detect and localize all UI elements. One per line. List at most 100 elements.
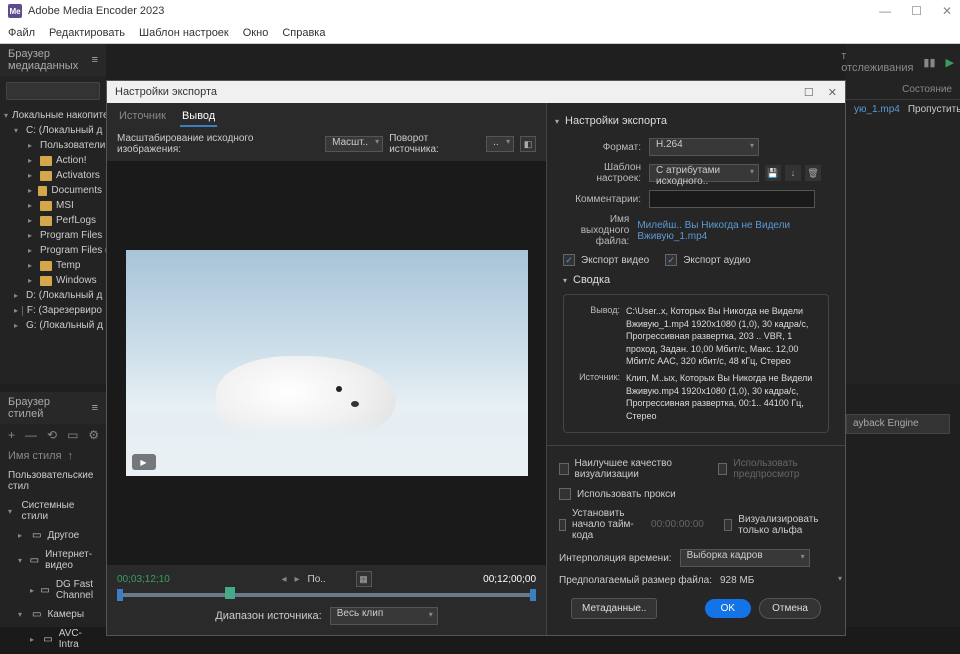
play-icon[interactable]: ▶ [946, 56, 954, 69]
settings-icon[interactable]: ⚙ [88, 428, 99, 442]
folder-icon [40, 276, 52, 286]
menu-help[interactable]: Справка [282, 27, 325, 39]
system-styles-group[interactable]: ▾Системные стили [0, 496, 106, 526]
app-title: Adobe Media Encoder 2023 [28, 5, 164, 17]
panel-menu-icon[interactable]: ≡ [92, 54, 98, 66]
export-video-checkbox[interactable]: ✓ [563, 254, 575, 266]
best-quality-checkbox[interactable] [559, 463, 569, 475]
dialog-close-icon[interactable]: ✕ [828, 86, 837, 99]
tree-drive-d[interactable]: ▸D: (Локальный д [0, 288, 106, 303]
tree-drive-c[interactable]: ▾C: (Локальный д [0, 123, 106, 138]
rotate-select[interactable]: .. [486, 136, 514, 152]
filesize-label: Предполагаемый размер файла: [559, 575, 712, 586]
close-icon[interactable]: ✕ [942, 4, 952, 18]
auto-track-label: т отслеживания [841, 50, 913, 74]
tree-folder[interactable]: ▸Activators [0, 168, 106, 183]
dialog-maximize-icon[interactable]: ☐ [804, 86, 814, 99]
tree-folder[interactable]: ▸PerfLogs [0, 213, 106, 228]
import-preset-icon[interactable]: ↓ [785, 165, 801, 181]
render-alpha-label: Визуализировать только альфа [738, 514, 833, 536]
source-range-select[interactable]: Весь клип [330, 607, 438, 625]
cancel-button[interactable]: Отмена [759, 598, 821, 619]
queue-item[interactable]: ую_1.mp4 Пропустить [846, 100, 960, 119]
in-point-handle[interactable] [117, 589, 123, 601]
use-preview-checkbox [718, 463, 727, 475]
output-file-link[interactable]: ую_1.mp4 [854, 104, 900, 115]
menu-edit[interactable]: Редактировать [49, 27, 125, 39]
comments-input[interactable] [649, 190, 815, 208]
minimize-icon[interactable]: — [879, 4, 891, 18]
folder-icon [40, 261, 52, 271]
use-proxy-checkbox[interactable] [559, 488, 571, 500]
tree-folder[interactable]: ▸Temp [0, 258, 106, 273]
summary-box: Вывод: C:\User..х, Которых Вы Никогда не… [563, 294, 829, 433]
summary-section[interactable]: ▾Сводка [563, 270, 829, 290]
renderer-select[interactable]: ayback Engine [846, 414, 950, 434]
tree-folder[interactable]: ▸MSI [0, 198, 106, 213]
sync-icon[interactable]: ⟲ [47, 428, 57, 442]
out-point-handle[interactable] [530, 589, 536, 601]
preset-select[interactable]: С атрибутами исходного.. [649, 164, 759, 182]
export-settings-section[interactable]: ▾Настройки экспорта [555, 111, 837, 131]
add-icon[interactable]: + [8, 428, 15, 442]
style-item[interactable]: ▸▭AVC-Intra [0, 624, 106, 654]
menu-file[interactable]: Файл [8, 27, 35, 39]
aspect-icon[interactable]: ▦ [356, 571, 372, 587]
style-column-header[interactable]: Имя стиля↑ [0, 446, 106, 466]
tree-drive-g[interactable]: ▸G: (Локальный д [0, 318, 106, 333]
summary-source-label: Источник: [572, 372, 626, 422]
playhead[interactable] [225, 587, 235, 599]
tab-output[interactable]: Вывод [180, 107, 217, 127]
panel-menu-icon[interactable]: ≡ [92, 402, 98, 414]
lower-options: Наилучшее качество визуализации Использо… [547, 445, 845, 635]
tree-folder[interactable]: ▸Documents [0, 183, 106, 198]
tree-folder[interactable]: ▸Пользователи [0, 138, 106, 153]
crop-icon[interactable]: ◧ [520, 136, 536, 152]
style-item[interactable]: ▾▭Камеры [0, 605, 106, 624]
pause-icon[interactable]: ▮▮ [923, 56, 935, 69]
tree-drive-f[interactable]: ▸F: (Зарезервиро [0, 303, 106, 318]
play-overlay-icon[interactable]: ▶ [132, 454, 156, 470]
tree-folder[interactable]: ▸Program Files ( [0, 243, 106, 258]
style-item[interactable]: ▸▭Другое [0, 526, 106, 545]
media-browser-filter[interactable] [6, 82, 100, 100]
step-back-icon[interactable]: ◂ [281, 574, 286, 585]
tree-folder[interactable]: ▸Windows [0, 273, 106, 288]
scale-select[interactable]: Масшт.. [325, 136, 383, 152]
folder-icon [40, 156, 52, 166]
dialog-left-panel: Источник Вывод Масштабирование исходного… [107, 103, 547, 635]
menu-preset[interactable]: Шаблон настроек [139, 27, 229, 39]
render-alpha-checkbox[interactable] [724, 519, 732, 531]
new-folder-icon[interactable]: ▭ [67, 428, 78, 442]
format-select[interactable]: H.264 [649, 138, 759, 156]
ok-button[interactable]: OK [705, 599, 751, 618]
timeline-track[interactable] [117, 593, 536, 597]
style-browser-header: Браузер стилей ≡ [0, 392, 106, 424]
set-timecode-checkbox[interactable] [559, 519, 566, 531]
export-audio-checkbox[interactable]: ✓ [665, 254, 677, 266]
settings-scroll[interactable]: ▾Настройки экспорта Формат: H.264 Шаблон… [547, 103, 845, 445]
menu-window[interactable]: Окно [243, 27, 269, 39]
folder-icon: ▭ [32, 609, 41, 620]
dialog-window-controls: ☐ ✕ [804, 86, 837, 99]
remove-icon[interactable]: — [25, 428, 37, 442]
range-label: Диапазон источника: [215, 610, 321, 622]
step-fwd-icon[interactable]: ▸ [295, 574, 300, 585]
tree-root[interactable]: ▾Локальные накопители [0, 108, 106, 123]
tree-folder[interactable]: ▸Program Files [0, 228, 106, 243]
interpolation-select[interactable]: Выборка кадров [680, 549, 810, 567]
current-time[interactable]: 00;03;12;10 [117, 574, 170, 585]
maximize-icon[interactable]: ☐ [911, 4, 922, 18]
metadata-button[interactable]: Метаданные.. [571, 598, 657, 619]
style-item[interactable]: ▸▭DG Fast Channel [0, 575, 106, 605]
output-name-link[interactable]: Милейш.. Вы Никогда не Видели Вживую_1.m… [637, 220, 829, 242]
skip-button[interactable]: Пропустить [908, 104, 960, 115]
tree-folder[interactable]: ▸Action! [0, 153, 106, 168]
style-browser-panel: Браузер стилей ≡ + — ⟲ ▭ ⚙ Имя стиля↑ По… [0, 392, 106, 627]
user-styles-group[interactable]: Пользовательские стил [0, 466, 106, 496]
delete-preset-icon[interactable]: 🗑 [805, 165, 821, 181]
fit-select[interactable]: По.. [308, 574, 348, 585]
save-preset-icon[interactable]: 💾 [765, 165, 781, 181]
style-item[interactable]: ▾▭Интернет-видео [0, 545, 106, 575]
tab-source[interactable]: Источник [117, 107, 168, 127]
